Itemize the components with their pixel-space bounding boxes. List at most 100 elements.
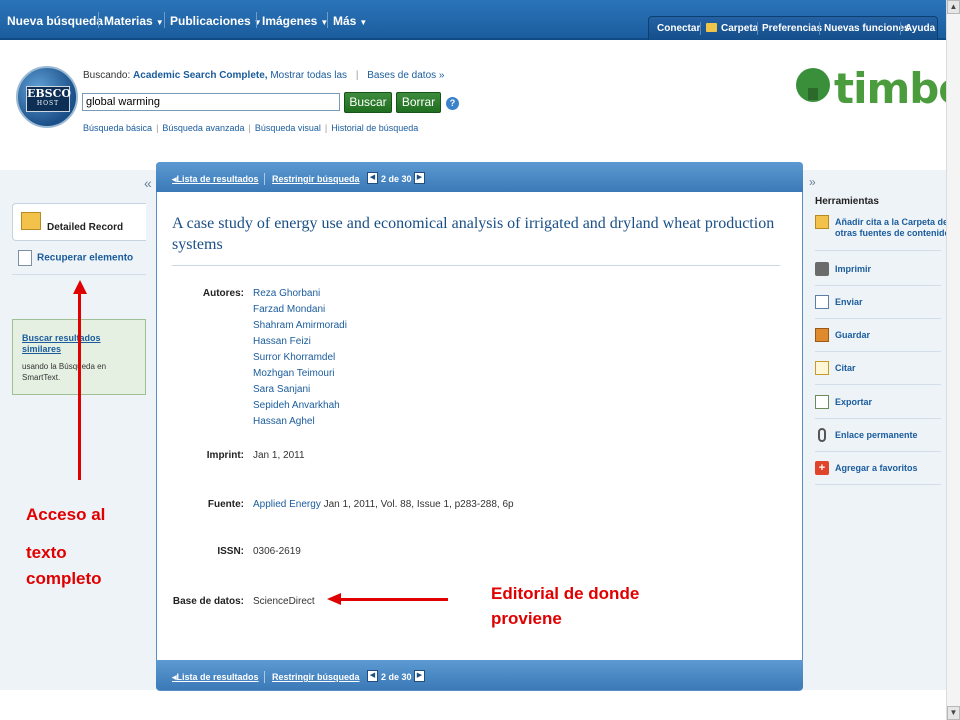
vertical-scrollbar[interactable]	[946, 0, 960, 720]
author-link[interactable]: Sepideh Anvarkhah	[253, 400, 340, 411]
databases-link[interactable]: Bases de datos »	[367, 70, 444, 81]
author-link[interactable]: Mozhgan Teimouri	[253, 368, 335, 379]
refine-search-link[interactable]: Restringir búsqueda	[272, 174, 360, 184]
authors-label: Autores:	[202, 288, 244, 299]
author-link[interactable]: Hassan Aghel	[253, 416, 315, 427]
imprint-label: Imprint:	[206, 450, 244, 461]
tab-separator	[819, 22, 820, 35]
tool-divider	[815, 384, 941, 385]
nav-separator	[327, 12, 328, 28]
database-value: ScienceDirect	[253, 596, 315, 607]
imprint-value: Jan 1, 2011	[253, 450, 305, 461]
tool-divider	[815, 351, 941, 352]
nav-separator	[164, 12, 165, 28]
ebsco-logo[interactable]: EBSCO HOST	[16, 66, 78, 128]
separator: |	[355, 70, 359, 81]
tab-sign-in[interactable]: Conectar	[657, 23, 700, 34]
plus-icon: +	[815, 461, 829, 475]
journal-link[interactable]: Applied Energy	[253, 499, 321, 510]
cite-icon	[815, 361, 829, 375]
nav-subjects-label: Materias	[104, 14, 153, 28]
search-button[interactable]: Buscar	[344, 92, 392, 113]
previous-record-icon[interactable]: ◀	[367, 670, 378, 682]
cite-label: Citar	[835, 363, 856, 373]
tab-separator	[900, 22, 901, 35]
chevron-down-icon: ▼	[155, 18, 164, 27]
issn-value: 0306-2619	[253, 546, 301, 557]
chevron-down-icon: ▼	[359, 18, 368, 27]
collapse-right-icon[interactable]: »	[809, 175, 816, 189]
nav-new-search-label: Nueva búsqueda	[7, 14, 104, 28]
results-list-label: Lista de resultados	[176, 672, 259, 682]
next-record-icon[interactable]: ▶	[414, 172, 425, 184]
tab-help[interactable]: Ayuda	[905, 23, 935, 34]
nav-images-label: Imágenes	[262, 14, 318, 28]
advanced-search-link[interactable]: Búsqueda avanzada	[162, 123, 244, 133]
show-all-link[interactable]: Mostrar todas las	[270, 70, 347, 81]
add-to-folder-label: Añadir cita a la Carpeta de otras fuente…	[835, 217, 951, 238]
help-icon[interactable]: ?	[446, 97, 459, 110]
previous-record-icon[interactable]: ◀	[367, 172, 378, 184]
similar-results-description: usando la Búsqueda en SmartText.	[22, 362, 107, 382]
detailed-record-tab[interactable]: Detailed Record	[12, 203, 146, 241]
title-divider	[172, 265, 780, 266]
refine-search-link[interactable]: Restringir búsqueda	[272, 672, 360, 682]
tools-heading: Herramientas	[815, 196, 879, 207]
email-label: Enviar	[835, 297, 863, 307]
tab-new-features[interactable]: Nuevas funciones	[824, 23, 910, 34]
envelope-icon	[815, 295, 829, 309]
annotation-fulltext-line1: Acceso al	[26, 505, 106, 524]
detailed-record-label: Detailed Record	[47, 222, 124, 233]
next-record-icon[interactable]: ▶	[414, 670, 425, 682]
record-position: 2 de 30	[381, 672, 412, 682]
nav-publications[interactable]: Publicaciones ▼	[170, 14, 262, 28]
print-label: Imprimir	[835, 264, 872, 274]
nav-more[interactable]: Más ▼	[333, 14, 367, 28]
document-icon	[18, 250, 32, 266]
author-link[interactable]: Shahram Amirmoradi	[253, 320, 347, 331]
basic-search-link[interactable]: Búsqueda básica	[83, 123, 152, 133]
chevron-down-icon: ▼	[253, 18, 262, 27]
tool-divider	[815, 484, 941, 485]
nav-new-search[interactable]: Nueva búsqueda	[7, 14, 103, 28]
annotation-arrow-line	[78, 292, 81, 480]
scroll-up-icon[interactable]: ▲	[947, 0, 960, 14]
tool-divider	[815, 418, 941, 419]
tab-separator	[757, 22, 758, 35]
author-link[interactable]: Farzad Mondani	[253, 304, 325, 315]
visual-search-link[interactable]: Búsqueda visual	[255, 123, 321, 133]
source-value: Applied Energy Jan 1, 2011, Vol. 88, Iss…	[253, 499, 514, 510]
collapse-left-icon[interactable]: «	[144, 175, 152, 191]
record-toolbar-bottom: ◂Lista de resultados Restringir búsqueda…	[156, 660, 803, 690]
source-details: Jan 1, 2011, Vol. 88, Issue 1, p283-288,…	[320, 499, 514, 510]
clear-button[interactable]: Borrar	[396, 92, 441, 113]
export-icon	[815, 395, 829, 409]
nav-images[interactable]: Imágenes ▼	[262, 14, 328, 28]
author-link[interactable]: Sara Sanjani	[253, 384, 310, 395]
annotation-fulltext-line2: texto	[26, 543, 67, 562]
annotation-publisher-line1: Editorial de donde	[491, 584, 640, 603]
scroll-down-icon[interactable]: ▼	[947, 706, 960, 720]
search-mode-links: Búsqueda básica | Búsqueda avanzada | Búsque…	[83, 123, 418, 133]
ebsco-logo-subtext: HOST	[36, 100, 60, 107]
tab-folder[interactable]: Carpeta	[721, 23, 758, 34]
search-history-link[interactable]: Historial de búsqueda	[331, 123, 418, 133]
database-label: Base de datos:	[172, 596, 244, 607]
search-input[interactable]	[82, 93, 340, 111]
results-list-link[interactable]: ◂Lista de resultados	[172, 672, 259, 683]
similar-results-link[interactable]: Buscar resultados similares	[22, 333, 140, 355]
toolbar-separator	[264, 671, 265, 683]
retrieve-item-link[interactable]: Recuperar elemento	[18, 250, 133, 266]
author-link[interactable]: Surror Khorramdel	[253, 352, 335, 363]
retrieve-item-label: Recuperar elemento	[37, 252, 134, 264]
author-link[interactable]: Hassan Feizi	[253, 336, 311, 347]
timbo-brand: timbó	[834, 64, 960, 113]
sidebar-divider	[12, 274, 146, 275]
author-link[interactable]: Reza Ghorbani	[253, 288, 320, 299]
nav-subjects[interactable]: Materias ▼	[104, 14, 164, 28]
results-list-link[interactable]: ◂Lista de resultados	[172, 174, 259, 185]
tab-preferences[interactable]: Preferencias	[762, 23, 822, 34]
nav-separator	[256, 12, 257, 28]
tool-divider	[815, 250, 941, 251]
tab-separator	[700, 22, 701, 35]
